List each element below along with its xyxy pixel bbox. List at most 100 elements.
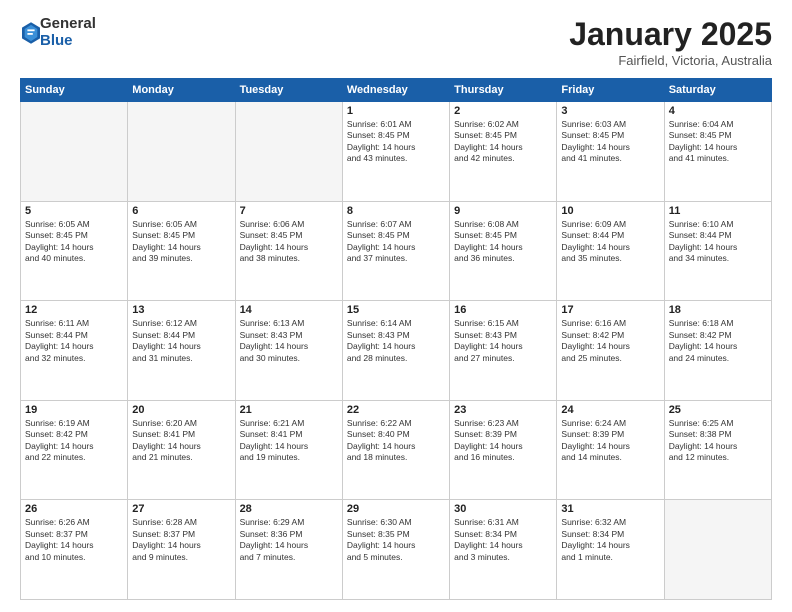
cell-info: Sunrise: 6:16 AMSunset: 8:42 PMDaylight:…: [561, 318, 659, 364]
month-title: January 2025: [569, 16, 772, 53]
col-saturday: Saturday: [664, 79, 771, 102]
calendar-week-row: 1 Sunrise: 6:01 AMSunset: 8:45 PMDaylight…: [21, 102, 772, 202]
table-row: 5 Sunrise: 6:05 AMSunset: 8:45 PMDaylight…: [21, 201, 128, 301]
table-row: 7 Sunrise: 6:06 AMSunset: 8:45 PMDaylight…: [235, 201, 342, 301]
table-row: 20Sunrise: 6:20 AMSunset: 8:41 PMDayligh…: [128, 400, 235, 500]
table-row: 26Sunrise: 6:26 AMSunset: 8:37 PMDayligh…: [21, 500, 128, 600]
day-number: 30: [454, 503, 552, 515]
table-row: 9 Sunrise: 6:08 AMSunset: 8:45 PMDaylight…: [450, 201, 557, 301]
title-block: January 2025 Fairfield, Victoria, Austra…: [569, 16, 772, 68]
day-number: 17: [561, 304, 659, 316]
day-number: 23: [454, 404, 552, 416]
table-row: 31Sunrise: 6:32 AMSunset: 8:34 PMDayligh…: [557, 500, 664, 600]
cell-info: Sunrise: 6:04 AMSunset: 8:45 PMDaylight:…: [669, 119, 767, 165]
table-row: 13Sunrise: 6:12 AMSunset: 8:44 PMDayligh…: [128, 301, 235, 401]
cell-info: Sunrise: 6:07 AMSunset: 8:45 PMDaylight:…: [347, 219, 445, 265]
table-row: 11 Sunrise: 6:10 AMSunset: 8:44 PMDayligh…: [664, 201, 771, 301]
day-number: 19: [25, 404, 123, 416]
day-number: 13: [132, 304, 230, 316]
table-row: 4 Sunrise: 6:04 AMSunset: 8:45 PMDaylight…: [664, 102, 771, 202]
table-row: 29 Sunrise: 6:30 AMSunset: 8:35 PMDayligh…: [342, 500, 449, 600]
calendar-week-row: 26Sunrise: 6:26 AMSunset: 8:37 PMDayligh…: [21, 500, 772, 600]
day-number: 22: [347, 404, 445, 416]
col-monday: Monday: [128, 79, 235, 102]
cell-info: Sunrise: 6:30 AMSunset: 8:35 PMDaylight:…: [347, 517, 445, 563]
cell-info: Sunrise: 6:08 AMSunset: 8:45 PMDaylight:…: [454, 219, 552, 265]
table-row: 3Sunrise: 6:03 AMSunset: 8:45 PMDaylight…: [557, 102, 664, 202]
day-number: 15: [347, 304, 445, 316]
col-thursday: Thursday: [450, 79, 557, 102]
table-row: 25 Sunrise: 6:25 AMSunset: 8:38 PMDayligh…: [664, 400, 771, 500]
table-row: 1 Sunrise: 6:01 AMSunset: 8:45 PMDaylight…: [342, 102, 449, 202]
day-number: 9: [454, 205, 552, 217]
logo-general-text: General: [40, 16, 96, 33]
cell-info: Sunrise: 6:28 AMSunset: 8:37 PMDaylight:…: [132, 517, 230, 563]
table-row: [128, 102, 235, 202]
day-number: 14: [240, 304, 338, 316]
calendar-header-row: Sunday Monday Tuesday Wednesday Thursday…: [21, 79, 772, 102]
day-number: 11: [669, 205, 767, 217]
day-number: 3: [561, 105, 659, 117]
table-row: 12 Sunrise: 6:11 AMSunset: 8:44 PMDayligh…: [21, 301, 128, 401]
cell-info: Sunrise: 6:06 AMSunset: 8:45 PMDaylight:…: [240, 219, 338, 265]
cell-info: Sunrise: 6:32 AMSunset: 8:34 PMDaylight:…: [561, 517, 659, 563]
cell-info: Sunrise: 6:02 AMSunset: 8:45 PMDaylight:…: [454, 119, 552, 165]
day-number: 7: [240, 205, 338, 217]
location: Fairfield, Victoria, Australia: [569, 53, 772, 68]
cell-info: Sunrise: 6:05 AMSunset: 8:45 PMDaylight:…: [132, 219, 230, 265]
logo: General Blue: [20, 16, 96, 49]
day-number: 24: [561, 404, 659, 416]
day-number: 29: [347, 503, 445, 515]
day-number: 10: [561, 205, 659, 217]
table-row: 8Sunrise: 6:07 AMSunset: 8:45 PMDaylight…: [342, 201, 449, 301]
table-row: 30Sunrise: 6:31 AMSunset: 8:34 PMDayligh…: [450, 500, 557, 600]
calendar-week-row: 5 Sunrise: 6:05 AMSunset: 8:45 PMDaylight…: [21, 201, 772, 301]
table-row: 27Sunrise: 6:28 AMSunset: 8:37 PMDayligh…: [128, 500, 235, 600]
day-number: 18: [669, 304, 767, 316]
table-row: 21 Sunrise: 6:21 AMSunset: 8:41 PMDayligh…: [235, 400, 342, 500]
table-row: [664, 500, 771, 600]
cell-info: Sunrise: 6:20 AMSunset: 8:41 PMDaylight:…: [132, 418, 230, 464]
col-friday: Friday: [557, 79, 664, 102]
table-row: 23 Sunrise: 6:23 AMSunset: 8:39 PMDayligh…: [450, 400, 557, 500]
day-number: 12: [25, 304, 123, 316]
table-row: 16Sunrise: 6:15 AMSunset: 8:43 PMDayligh…: [450, 301, 557, 401]
day-number: 6: [132, 205, 230, 217]
cell-info: Sunrise: 6:10 AMSunset: 8:44 PMDaylight:…: [669, 219, 767, 265]
table-row: 24 Sunrise: 6:24 AMSunset: 8:39 PMDayligh…: [557, 400, 664, 500]
cell-info: Sunrise: 6:13 AMSunset: 8:43 PMDaylight:…: [240, 318, 338, 364]
cell-info: Sunrise: 6:09 AMSunset: 8:44 PMDaylight:…: [561, 219, 659, 265]
cell-info: Sunrise: 6:11 AMSunset: 8:44 PMDaylight:…: [25, 318, 123, 364]
col-tuesday: Tuesday: [235, 79, 342, 102]
day-number: 21: [240, 404, 338, 416]
table-row: [21, 102, 128, 202]
cell-info: Sunrise: 6:29 AMSunset: 8:36 PMDaylight:…: [240, 517, 338, 563]
table-row: 22Sunrise: 6:22 AMSunset: 8:40 PMDayligh…: [342, 400, 449, 500]
cell-info: Sunrise: 6:25 AMSunset: 8:38 PMDaylight:…: [669, 418, 767, 464]
calendar-week-row: 19Sunrise: 6:19 AMSunset: 8:42 PMDayligh…: [21, 400, 772, 500]
table-row: 19Sunrise: 6:19 AMSunset: 8:42 PMDayligh…: [21, 400, 128, 500]
day-number: 4: [669, 105, 767, 117]
cell-info: Sunrise: 6:18 AMSunset: 8:42 PMDaylight:…: [669, 318, 767, 364]
table-row: 6 Sunrise: 6:05 AMSunset: 8:45 PMDaylight…: [128, 201, 235, 301]
day-number: 5: [25, 205, 123, 217]
table-row: 17 Sunrise: 6:16 AMSunset: 8:42 PMDayligh…: [557, 301, 664, 401]
calendar-table: Sunday Monday Tuesday Wednesday Thursday…: [20, 78, 772, 600]
cell-info: Sunrise: 6:15 AMSunset: 8:43 PMDaylight:…: [454, 318, 552, 364]
header: General Blue January 2025 Fairfield, Vic…: [20, 16, 772, 68]
table-row: 28Sunrise: 6:29 AMSunset: 8:36 PMDayligh…: [235, 500, 342, 600]
cell-info: Sunrise: 6:26 AMSunset: 8:37 PMDaylight:…: [25, 517, 123, 563]
day-number: 1: [347, 105, 445, 117]
table-row: 18 Sunrise: 6:18 AMSunset: 8:42 PMDayligh…: [664, 301, 771, 401]
day-number: 25: [669, 404, 767, 416]
table-row: 10 Sunrise: 6:09 AMSunset: 8:44 PMDayligh…: [557, 201, 664, 301]
col-sunday: Sunday: [21, 79, 128, 102]
logo-icon: [22, 22, 40, 44]
cell-info: Sunrise: 6:21 AMSunset: 8:41 PMDaylight:…: [240, 418, 338, 464]
col-wednesday: Wednesday: [342, 79, 449, 102]
cell-info: Sunrise: 6:23 AMSunset: 8:39 PMDaylight:…: [454, 418, 552, 464]
cell-info: Sunrise: 6:05 AMSunset: 8:45 PMDaylight:…: [25, 219, 123, 265]
cell-info: Sunrise: 6:24 AMSunset: 8:39 PMDaylight:…: [561, 418, 659, 464]
day-number: 2: [454, 105, 552, 117]
cell-info: Sunrise: 6:01 AMSunset: 8:45 PMDaylight:…: [347, 119, 445, 165]
